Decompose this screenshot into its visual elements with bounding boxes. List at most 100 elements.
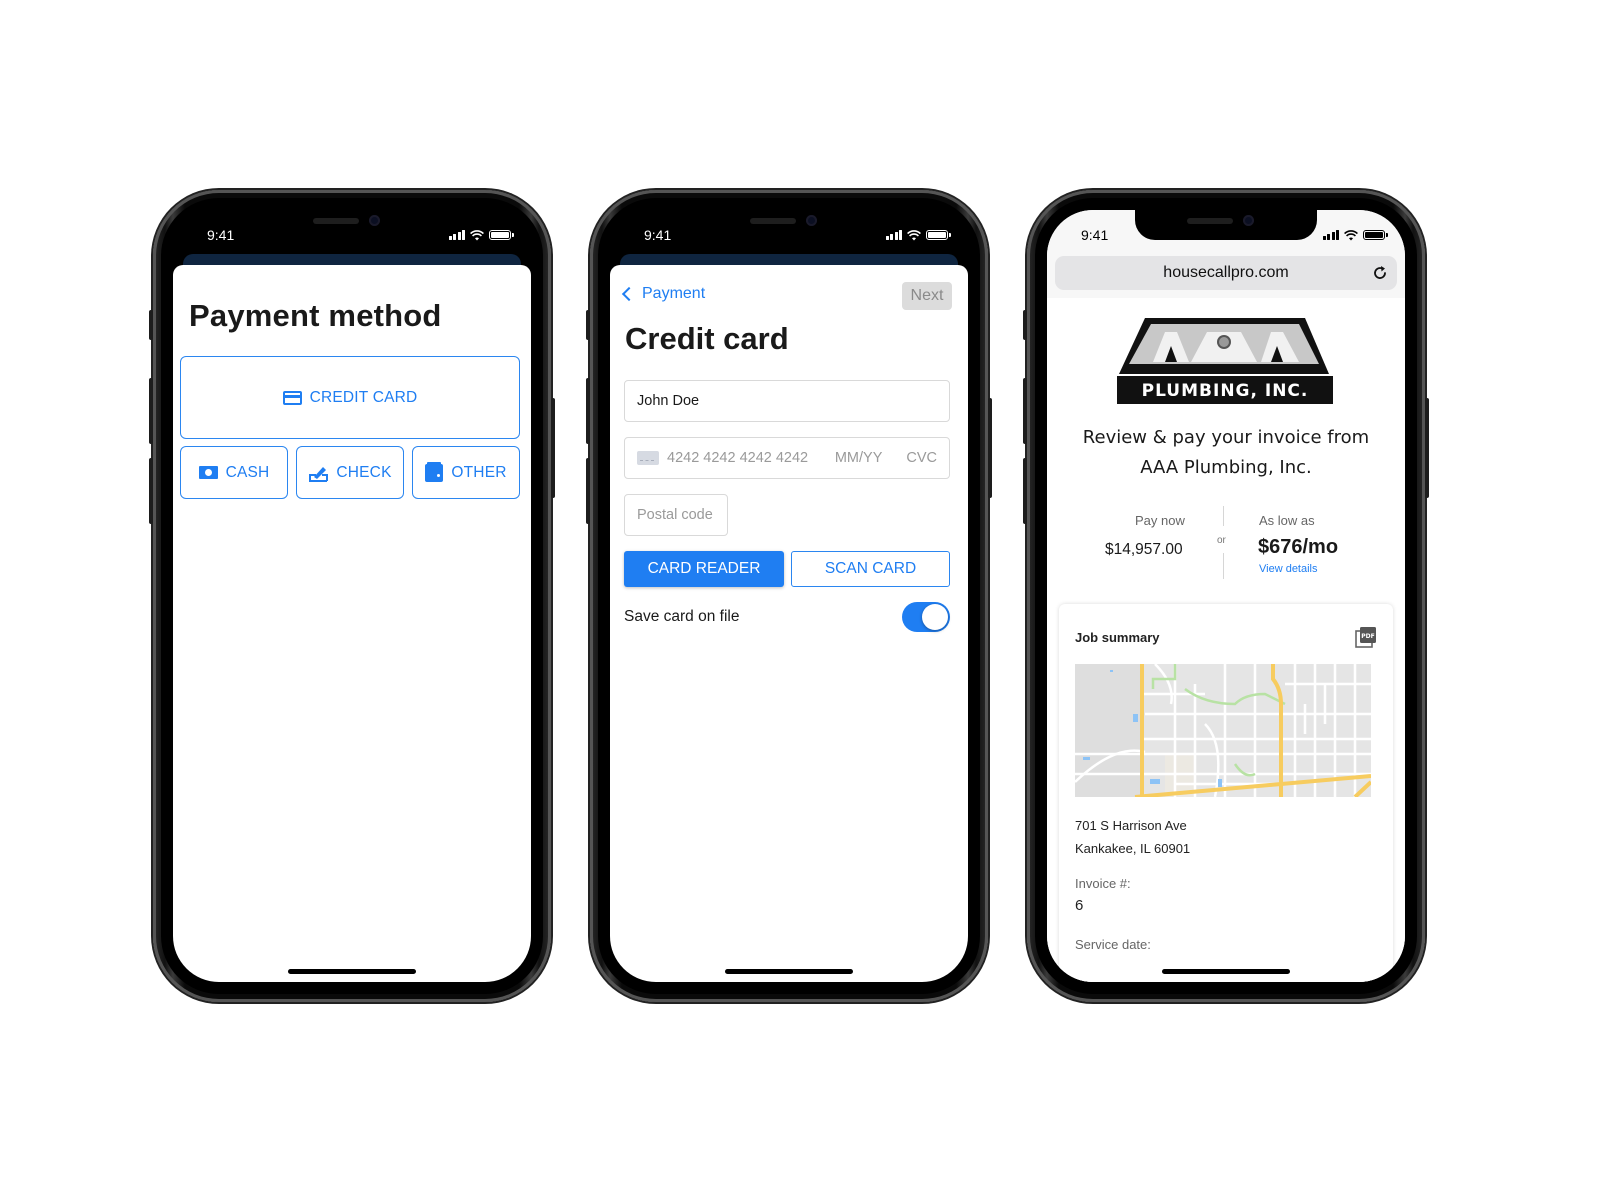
divider: [1223, 506, 1224, 526]
page-title: Credit card: [625, 321, 789, 356]
pdf-icon[interactable]: PDF: [1355, 626, 1377, 648]
pay-now-label: Pay now: [1135, 513, 1185, 528]
cardholder-name-input[interactable]: John Doe: [624, 380, 950, 422]
credit-card-label: CREDIT CARD: [309, 388, 418, 406]
pay-now-amount[interactable]: $14,957.00: [1105, 541, 1183, 559]
job-summary-card: Job summary PDF 701 S Harrison Ave Kanka…: [1059, 604, 1393, 982]
address-line-2: Kankakee, IL 60901: [1075, 841, 1191, 856]
divider: [1223, 553, 1224, 579]
power-button: [551, 398, 555, 498]
payment-method-sheet: Payment method CREDIT CARD CASH CHECK OT…: [173, 265, 531, 982]
credit-card-icon: [282, 390, 302, 405]
next-button[interactable]: Next: [902, 282, 952, 310]
reload-icon[interactable]: [1371, 264, 1389, 282]
battery-icon: [1363, 230, 1388, 240]
status-time: 9:41: [1081, 227, 1109, 243]
card-number-placeholder: 4242 4242 4242 4242: [667, 450, 809, 466]
card-placeholder-icon: [637, 451, 659, 465]
volume-up-button: [586, 378, 590, 444]
phone-payment-method: 9:41 Payment method CREDIT CARD CASH CHE…: [149, 190, 555, 1002]
card-reader-button[interactable]: CARD READER: [624, 551, 784, 587]
service-date-label: Service date:: [1075, 937, 1151, 952]
status-time: 9:41: [644, 227, 672, 243]
volume-up-button: [1023, 378, 1027, 444]
other-button[interactable]: OTHER: [412, 446, 520, 499]
job-location-map[interactable]: [1075, 664, 1371, 797]
wifi-icon: [907, 229, 921, 240]
payment-summary: Pay now $14,957.00 or As low as $676/mo …: [1047, 503, 1405, 583]
invoice-page: PLUMBING, INC. Review & pay your invoice…: [1047, 298, 1405, 982]
cvc-placeholder[interactable]: CVC: [906, 450, 937, 466]
power-button: [988, 398, 992, 498]
signal-icon: [448, 230, 465, 240]
card-number-input[interactable]: 4242 4242 4242 4242 MM/YY CVC: [624, 437, 950, 479]
signal-icon: [885, 230, 902, 240]
notch: [261, 210, 443, 240]
save-card-label: Save card on file: [624, 608, 740, 625]
battery-icon: [926, 230, 951, 240]
chevron-left-icon: [621, 286, 637, 302]
notch: [698, 210, 880, 240]
postal-code-input[interactable]: Postal code: [624, 494, 728, 536]
url-bar[interactable]: housecallpro.com: [1055, 256, 1397, 290]
wallet-icon: [425, 461, 444, 482]
browser: housecallpro.com PLUMBING, INC. Review &…: [1047, 210, 1405, 982]
cash-icon: [198, 466, 218, 479]
page-title: Payment method: [189, 298, 442, 333]
or-label: or: [1217, 535, 1226, 546]
invoice-heading: Review & pay your invoice from AAA Plumb…: [1047, 423, 1405, 483]
status-time: 9:41: [207, 227, 235, 243]
back-label: Payment: [642, 285, 706, 302]
scan-card-button[interactable]: SCAN CARD: [791, 551, 950, 587]
job-summary-title: Job summary: [1075, 630, 1160, 645]
svg-text:PDF: PDF: [1361, 633, 1374, 640]
heading-line-2: AAA Plumbing, Inc.: [1140, 457, 1312, 478]
save-card-row: Save card on file: [624, 599, 950, 635]
cash-button[interactable]: CASH: [180, 446, 288, 499]
home-indicator[interactable]: [1162, 969, 1290, 974]
job-address: 701 S Harrison Ave Kankakee, IL 60901: [1075, 814, 1190, 860]
notch: [1135, 210, 1317, 240]
phone-credit-card: 9:41 Payment Next Credit card John Doe 4…: [586, 190, 992, 1002]
battery-icon: [489, 230, 514, 240]
wifi-icon: [470, 229, 484, 240]
credit-card-sheet: Payment Next Credit card John Doe 4242 4…: [610, 265, 968, 982]
wifi-icon: [1344, 229, 1358, 240]
postal-code-placeholder: Postal code: [637, 507, 713, 523]
company-logo: PLUMBING, INC.: [1117, 318, 1333, 404]
screen: housecallpro.com PLUMBING, INC. Review &…: [1047, 210, 1405, 982]
heading-line-1: Review & pay your invoice from: [1082, 427, 1370, 448]
power-button: [1425, 398, 1429, 498]
check-label: CHECK: [336, 463, 392, 481]
view-details-link[interactable]: View details: [1259, 563, 1318, 575]
url-text: housecallpro.com: [1163, 264, 1289, 281]
save-card-toggle[interactable]: [902, 602, 950, 632]
screen: 9:41 Payment method CREDIT CARD CASH CHE…: [173, 210, 531, 982]
home-indicator[interactable]: [288, 969, 416, 974]
volume-down-button: [586, 458, 590, 524]
mute-switch: [149, 310, 153, 340]
expiry-placeholder[interactable]: MM/YY: [835, 450, 883, 466]
back-button[interactable]: Payment: [621, 285, 706, 303]
signal-icon: [1322, 230, 1339, 240]
screen: 9:41 Payment Next Credit card John Doe 4…: [610, 210, 968, 982]
mute-switch: [586, 310, 590, 340]
cardholder-name-value: John Doe: [637, 393, 700, 409]
check-button[interactable]: CHECK: [296, 446, 404, 499]
volume-down-button: [149, 458, 153, 524]
other-label: OTHER: [451, 463, 507, 481]
address-line-1: 701 S Harrison Ave: [1075, 818, 1187, 833]
home-indicator[interactable]: [725, 969, 853, 974]
as-low-as-label: As low as: [1259, 513, 1315, 528]
volume-up-button: [149, 378, 153, 444]
cash-label: CASH: [225, 463, 270, 481]
logo-text: PLUMBING, INC.: [1142, 381, 1309, 401]
phone-invoice-browser: housecallpro.com PLUMBING, INC. Review &…: [1023, 190, 1429, 1002]
invoice-number-label: Invoice #:: [1075, 876, 1131, 891]
monthly-amount[interactable]: $676/mo: [1258, 536, 1338, 559]
check-icon: [309, 466, 329, 482]
invoice-number-value: 6: [1075, 897, 1084, 914]
credit-card-button[interactable]: CREDIT CARD: [180, 356, 520, 439]
mute-switch: [1023, 310, 1027, 340]
volume-down-button: [1023, 458, 1027, 524]
